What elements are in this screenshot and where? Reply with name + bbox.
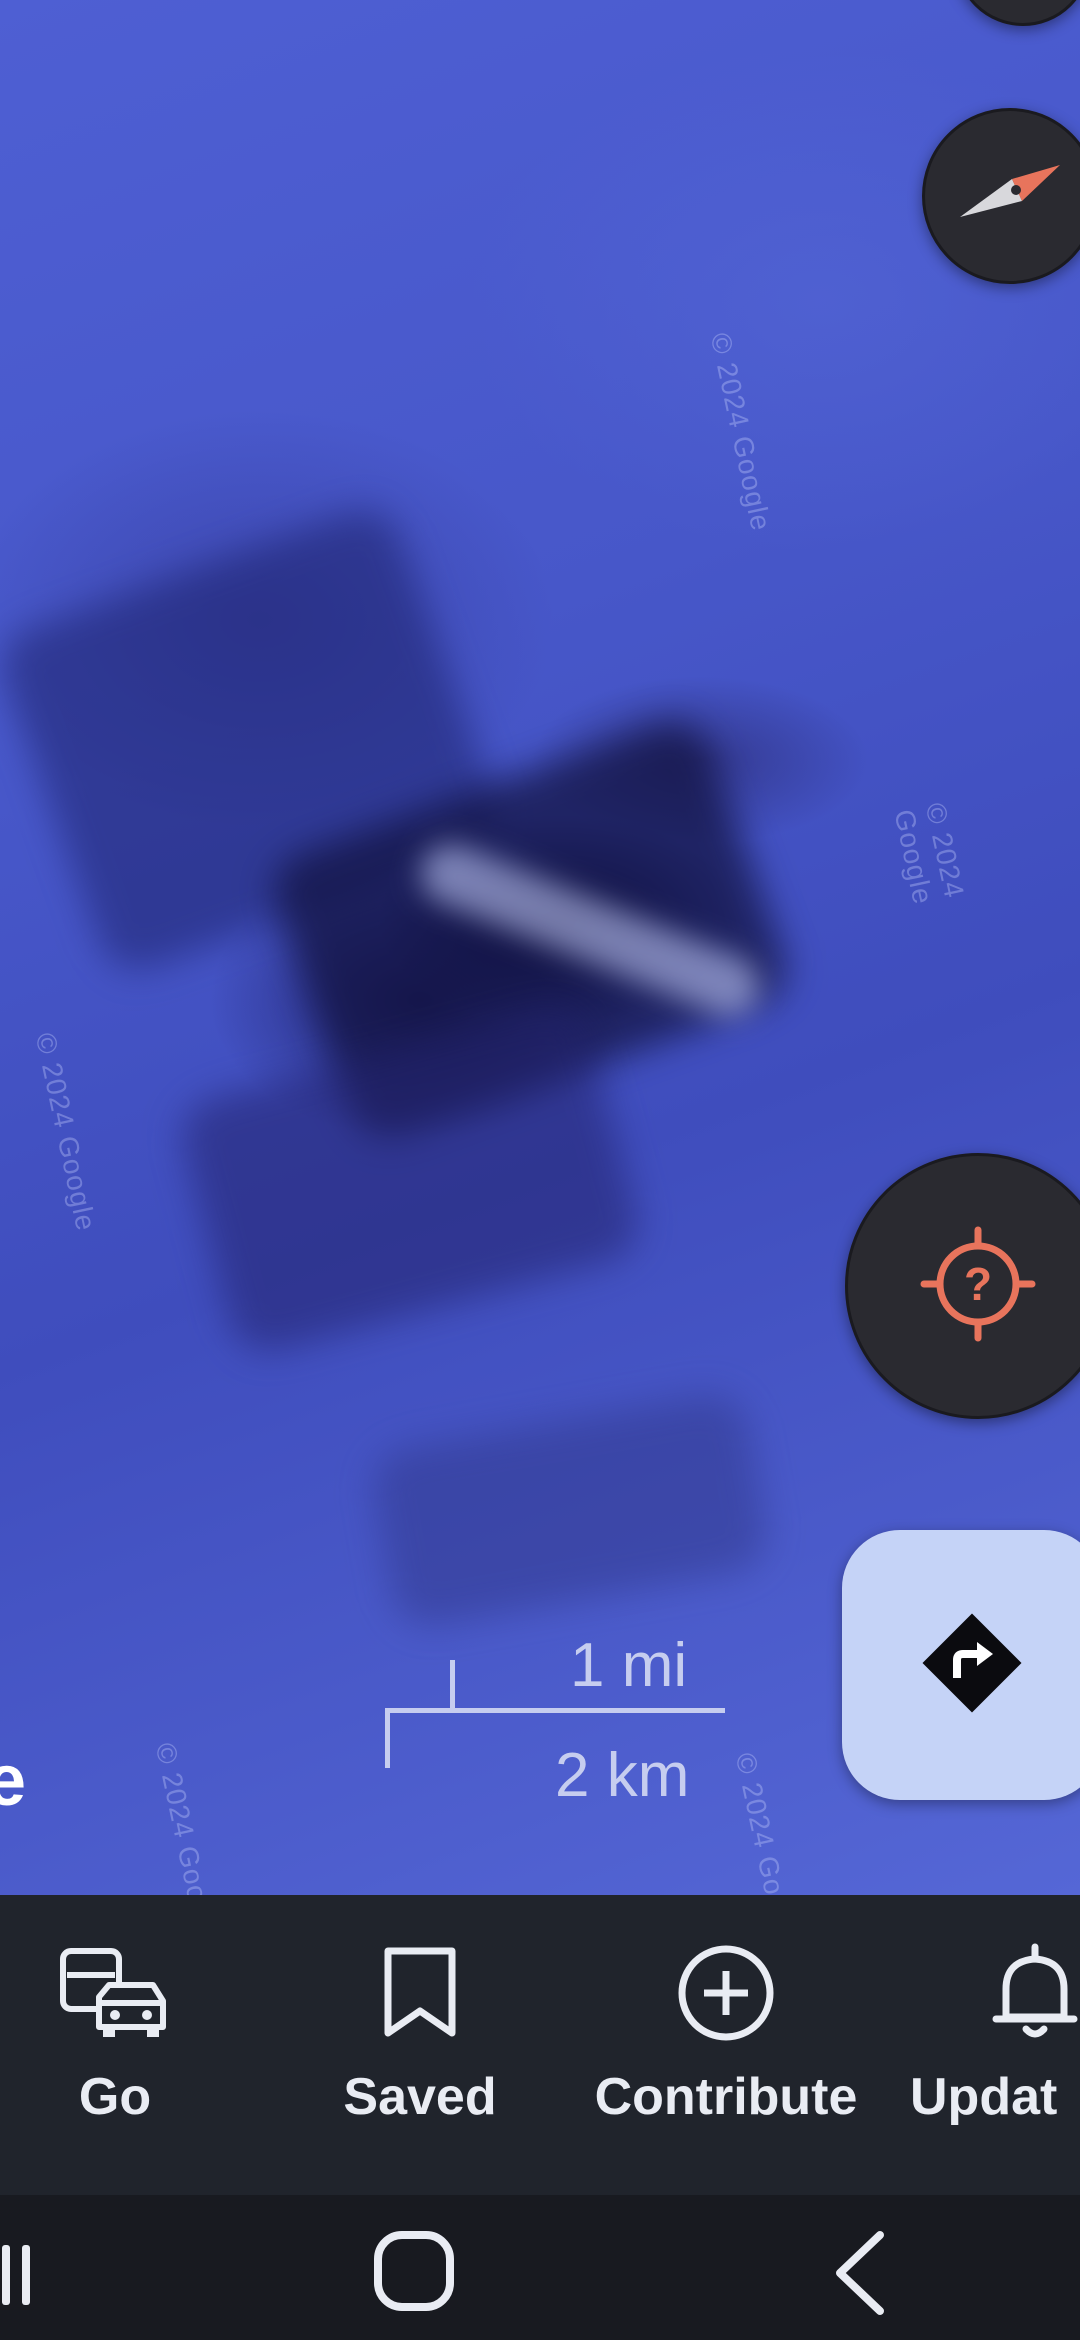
map-watermark: © 2024 Google [149, 1740, 222, 1895]
scale-bar-line [385, 1708, 725, 1713]
nav-label-contribute: Contribute [594, 2068, 858, 2126]
back-icon [836, 2231, 884, 2315]
home-icon [374, 2231, 454, 2311]
nav-item-updates[interactable]: Updat [910, 1895, 1080, 2195]
scale-label-miles: 1 mi [570, 1631, 688, 1700]
nav-item-saved[interactable]: Saved [320, 1895, 520, 2195]
terrain-shadow [173, 1000, 647, 1360]
scale-bar-tick [450, 1660, 455, 1710]
system-navigation-bar [0, 2195, 1080, 2340]
nav-item-go[interactable]: Go [40, 1895, 190, 2195]
map-watermark: © 2024 Google [29, 1030, 102, 1234]
partial-label: e [0, 1741, 27, 1821]
map-watermark: © 2024 Google [729, 1750, 802, 1895]
add-circle-icon [676, 1943, 776, 2043]
bell-icon [990, 1943, 1080, 2043]
location-unknown-icon: ? [918, 1224, 1038, 1349]
recent-apps-icon [2, 2245, 30, 2305]
map-watermark: © 2024 Google [888, 800, 971, 908]
map-watermark: © 2024 Google [704, 330, 777, 534]
svg-text:?: ? [964, 1258, 992, 1310]
nav-label-updates: Updat [910, 2068, 1058, 2126]
terrain-shadow [367, 1388, 773, 1632]
directions-icon [917, 1608, 1027, 1723]
recent-apps-button[interactable] [0, 2225, 40, 2315]
bottom-navigation: Go Saved Contribute Updat [0, 1895, 1080, 2195]
back-button[interactable] [820, 2225, 900, 2315]
commute-icon [59, 1943, 171, 2043]
scale-bar-tick [385, 1708, 390, 1768]
directions-button[interactable] [842, 1530, 1080, 1800]
compass-icon [950, 159, 1070, 234]
nav-label-saved: Saved [343, 2068, 497, 2126]
scale-label-km: 2 km [555, 1741, 690, 1810]
nav-item-contribute[interactable]: Contribute [570, 1895, 882, 2195]
bookmark-icon [380, 1943, 460, 2043]
home-button[interactable] [370, 2225, 460, 2315]
nav-label-go: Go [78, 2068, 152, 2126]
